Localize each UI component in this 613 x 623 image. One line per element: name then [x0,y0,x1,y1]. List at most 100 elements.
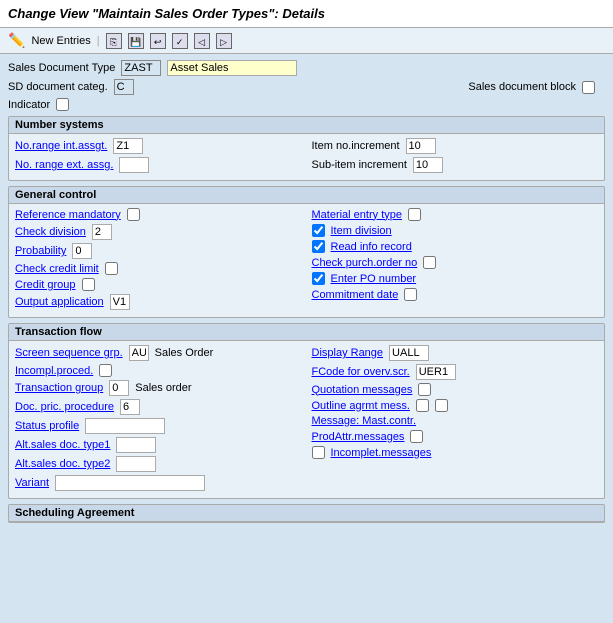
reference-mandatory-label[interactable]: Reference mandatory [15,209,121,221]
sub-item-increment-row: Sub-item increment [312,157,599,173]
check-purch-order-no-checkbox[interactable] [423,256,436,269]
status-profile-label[interactable]: Status profile [15,420,79,432]
variant-label[interactable]: Variant [15,477,49,489]
fcode-for-overv-scr-value[interactable] [416,364,456,380]
sales-document-type-code[interactable] [121,60,161,76]
material-entry-type-checkbox[interactable] [408,208,421,221]
material-entry-type-label[interactable]: Material entry type [312,209,402,221]
copy-button[interactable]: ⎘ [106,33,122,49]
alt-sales-doc-type1-label[interactable]: Alt.sales doc. type1 [15,439,110,451]
sd-document-categ-label: SD document categ. [8,81,108,93]
alt-sales-doc-type1-value[interactable] [116,437,156,453]
no-range-int-label[interactable]: No.range int.assgt. [15,140,107,152]
read-info-record-checkbox[interactable] [312,240,325,253]
credit-group-checkbox[interactable] [82,278,95,291]
incomplet-messages-label[interactable]: Incomplet.messages [331,447,432,459]
credit-group-label[interactable]: Credit group [15,279,76,291]
check-credit-limit-row: Check credit limit [15,262,302,275]
fcode-for-overv-scr-label[interactable]: FCode for overv.scr. [312,366,410,378]
indicator-checkbox[interactable] [56,98,69,111]
next-button[interactable]: ▷ [216,33,232,49]
item-division-row: Item division [312,224,599,237]
incompl-proced-checkbox[interactable] [99,364,112,377]
item-division-checkbox[interactable] [312,224,325,237]
prod-attr-messages-checkbox[interactable] [410,430,423,443]
transaction-group-row: Transaction group Sales order [15,380,302,396]
commitment-date-label[interactable]: Commitment date [312,289,399,301]
alt-sales-doc-type2-label[interactable]: Alt.sales doc. type2 [15,458,110,470]
check-button[interactable]: ✓ [172,33,188,49]
doc-pric-procedure-value[interactable] [120,399,140,415]
undo-icon: ↩ [150,33,166,49]
general-control-left: Reference mandatory Check division Proba… [15,208,302,313]
sd-doc-categ-row: SD document categ. Sales document block [8,79,605,95]
outline-agrmt-mess-label[interactable]: Outline agrmt mess. [312,400,410,412]
read-info-record-row: Read info record [312,240,599,253]
outline-agrmt-mess-checkbox2[interactable] [435,399,448,412]
number-systems-right: Item no.increment Sub-item increment [312,138,599,176]
quotation-messages-checkbox[interactable] [418,383,431,396]
probability-label[interactable]: Probability [15,245,66,257]
check-credit-limit-label[interactable]: Check credit limit [15,263,99,275]
doc-pric-procedure-label[interactable]: Doc. pric. procedure [15,401,114,413]
new-entries-button[interactable]: New Entries [31,35,90,47]
general-control-section: General control Reference mandatory Chec… [8,186,605,318]
pencil-icon: ✏️ [8,32,25,49]
message-mast-contr-label[interactable]: Message: Mast.contr. [312,415,417,427]
sales-document-block-checkbox[interactable] [582,81,595,94]
incompl-proced-label[interactable]: Incompl.proced. [15,365,93,377]
toolbar: ✏️ New Entries | ⎘ 💾 ↩ ✓ ◁ ▷ [0,28,613,54]
number-systems-section: Number systems No.range int.assgt. No. r… [8,116,605,181]
undo-button[interactable]: ↩ [150,33,166,49]
output-application-value[interactable] [110,294,130,310]
sales-document-type-name[interactable] [167,60,297,76]
no-range-ext-label[interactable]: No. range ext. assg. [15,159,113,171]
alt-sales-doc-type2-value[interactable] [116,456,156,472]
incomplet-messages-checkbox[interactable] [312,446,325,459]
enter-po-number-checkbox[interactable] [312,272,325,285]
check-division-value[interactable] [92,224,112,240]
commitment-date-checkbox[interactable] [404,288,417,301]
variant-value[interactable] [55,475,205,491]
general-control-cols: Reference mandatory Check division Proba… [15,208,598,313]
reference-mandatory-checkbox[interactable] [127,208,140,221]
prod-attr-messages-label[interactable]: ProdAttr.messages [312,431,405,443]
sales-document-type-label: Sales Document Type [8,62,115,74]
probability-row: Probability [15,243,302,259]
sub-item-increment-value[interactable] [413,157,443,173]
number-systems-cols: No.range int.assgt. No. range ext. assg.… [15,138,598,176]
check-division-row: Check division [15,224,302,240]
output-application-label[interactable]: Output application [15,296,104,308]
alt-sales-doc-type2-row: Alt.sales doc. type2 [15,456,302,472]
status-profile-value[interactable] [85,418,165,434]
message-mast-contr-row: Message: Mast.contr. [312,415,599,427]
screen-sequence-grp-value[interactable] [129,345,149,361]
probability-value[interactable] [72,243,92,259]
sd-document-categ-value[interactable] [114,79,134,95]
item-no-increment-label: Item no.increment [312,140,400,152]
alt-sales-doc-type1-row: Alt.sales doc. type1 [15,437,302,453]
check-purch-order-no-label[interactable]: Check purch.order no [312,257,418,269]
no-range-ext-value[interactable] [119,157,149,173]
check-division-label[interactable]: Check division [15,226,86,238]
read-info-record-label[interactable]: Read info record [331,241,412,253]
enter-po-number-row: Enter PO number [312,272,599,285]
sub-item-increment-label: Sub-item increment [312,159,407,171]
display-range-label[interactable]: Display Range [312,347,384,359]
prev-button[interactable]: ◁ [194,33,210,49]
transaction-group-text: Sales order [135,382,191,394]
outline-agrmt-mess-checkbox1[interactable] [416,399,429,412]
display-range-value[interactable] [389,345,429,361]
quotation-messages-label[interactable]: Quotation messages [312,384,413,396]
check-credit-limit-checkbox[interactable] [105,262,118,275]
enter-po-number-label[interactable]: Enter PO number [331,273,417,285]
no-range-int-value[interactable] [113,138,143,154]
item-division-label[interactable]: Item division [331,225,392,237]
screen-sequence-grp-label[interactable]: Screen sequence grp. [15,347,123,359]
commitment-date-row: Commitment date [312,288,599,301]
transaction-group-value[interactable] [109,380,129,396]
transaction-flow-left: Screen sequence grp. Sales Order Incompl… [15,345,302,494]
save-button[interactable]: 💾 [128,33,144,49]
transaction-group-label[interactable]: Transaction group [15,382,103,394]
item-no-increment-value[interactable] [406,138,436,154]
